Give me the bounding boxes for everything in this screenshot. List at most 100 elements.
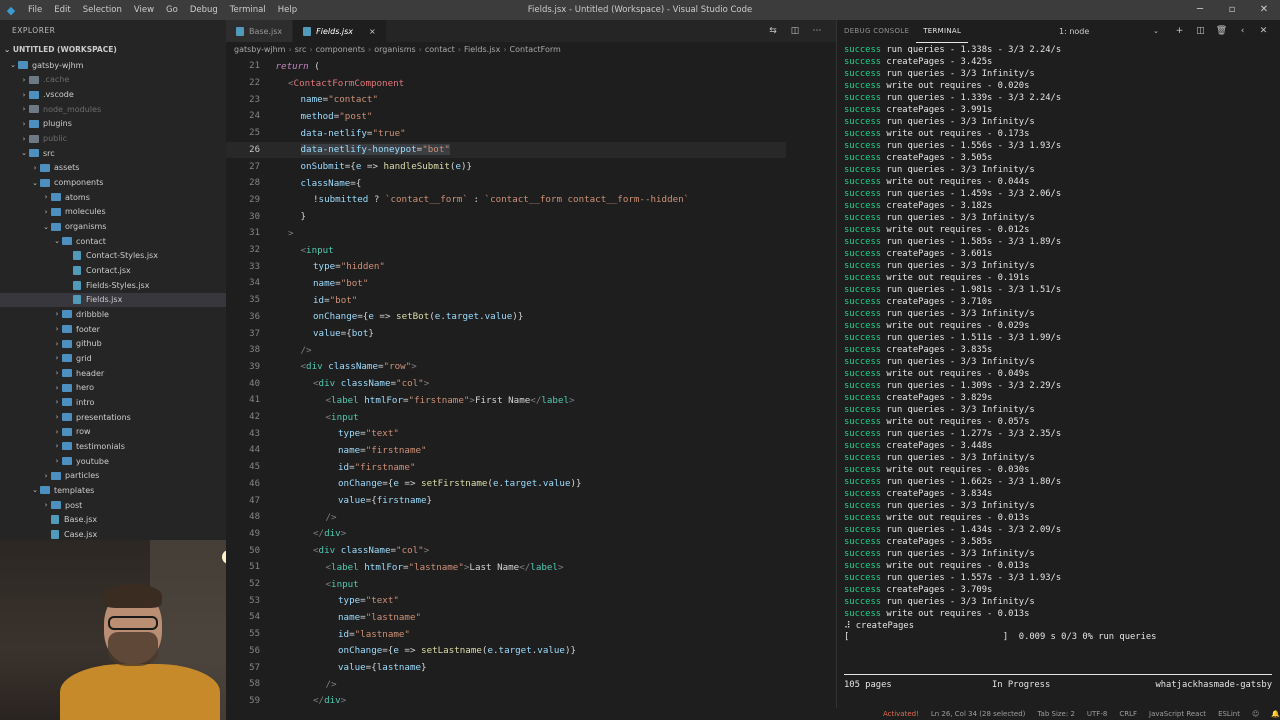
maximize-icon[interactable]: ▫ — [1216, 0, 1248, 20]
split-editor-icon[interactable]: ◫ — [784, 20, 806, 42]
tree-item-templates[interactable]: ⌄ templates — [0, 483, 226, 498]
trash-icon[interactable]: 🗑 — [1211, 26, 1232, 36]
terminal-output[interactable]: success run queries - 1.338s - 3/3 2.24/… — [844, 44, 1276, 632]
tree-item-fields-styles-jsx[interactable]: Fields-Styles.jsx — [0, 278, 226, 293]
menu-terminal[interactable]: Terminal — [224, 0, 272, 20]
tree-item-contact[interactable]: ⌄ contact — [0, 234, 226, 249]
terminal-select[interactable]: 1: node — [1059, 27, 1089, 36]
line-number: 22 — [249, 78, 260, 89]
code-line: 45 id="firstname" — [226, 459, 786, 476]
tree-item-presentations[interactable]: › presentations — [0, 410, 226, 425]
status-item-7[interactable]: ☺ — [1252, 710, 1259, 718]
tree-item--cache[interactable]: › .cache — [0, 73, 226, 88]
close-icon[interactable]: × — [369, 27, 376, 36]
code-line: 55 id="lastname" — [226, 626, 786, 643]
breadcrumb-item[interactable]: ContactForm — [510, 45, 561, 54]
code-line: 53 type="text" — [226, 592, 786, 609]
breadcrumb-item[interactable]: src — [295, 45, 307, 54]
breadcrumb-item[interactable]: contact — [425, 45, 455, 54]
chevron-right-icon: › — [22, 75, 26, 84]
tree-item-header[interactable]: › header — [0, 366, 226, 381]
code-view[interactable]: 21 return (22 <ContactFormComponent 23 name=… — [226, 58, 786, 720]
menu-debug[interactable]: Debug — [184, 0, 224, 20]
tree-item-assets[interactable]: › assets — [0, 161, 226, 176]
status-item-1[interactable]: Ln 26, Col 34 (28 selected) — [931, 710, 1026, 718]
tree-item-grid[interactable]: › grid — [0, 351, 226, 366]
more-actions-icon[interactable]: ⋯ — [806, 20, 828, 42]
folder-icon — [62, 339, 72, 348]
code-text: value={firstname} — [338, 495, 433, 507]
tree-item-organisms[interactable]: ⌄ organisms — [0, 219, 226, 234]
tab-debug-console[interactable]: DEBUG CONSOLE — [837, 20, 916, 43]
tree-item-dribbble[interactable]: › dribbble — [0, 307, 226, 322]
terminal-text: write out requires - 0.029s — [881, 321, 1030, 331]
chevron-right-icon: › — [22, 119, 26, 128]
close-icon[interactable]: ✕ — [1248, 0, 1280, 20]
chevron-down-icon[interactable]: ⌄ — [1153, 27, 1159, 35]
split-terminal-icon[interactable]: ◫ — [1190, 26, 1211, 36]
new-terminal-icon[interactable]: + — [1169, 26, 1190, 36]
success-label: success — [844, 489, 882, 499]
chevron-left-icon[interactable]: ‹ — [1232, 26, 1253, 36]
tab-terminal[interactable]: TERMINAL — [916, 20, 969, 43]
status-item-5[interactable]: JavaScript React — [1149, 710, 1206, 718]
tree-item-atoms[interactable]: › atoms — [0, 190, 226, 205]
success-label: success — [844, 465, 882, 475]
breadcrumb-item[interactable]: organisms — [374, 45, 415, 54]
tree-item-row[interactable]: › row — [0, 424, 226, 439]
tree-item-youtube[interactable]: › youtube — [0, 454, 226, 469]
tree-item-public[interactable]: › public — [0, 131, 226, 146]
menu-edit[interactable]: Edit — [48, 0, 76, 20]
tree-item-hero[interactable]: › hero — [0, 380, 226, 395]
tree-item-particles[interactable]: › particles — [0, 468, 226, 483]
code-line: 22 <ContactFormComponent — [226, 75, 786, 92]
tree-item-intro[interactable]: › intro — [0, 395, 226, 410]
terminal-line: success write out requires - 0.012s — [844, 224, 1276, 236]
workspace-header[interactable]: ⌄ UNTITLED (WORKSPACE) — [0, 42, 226, 58]
close-panel-icon[interactable]: ✕ — [1253, 26, 1274, 36]
menu-help[interactable]: Help — [272, 0, 303, 20]
tree-item-post[interactable]: › post — [0, 498, 226, 513]
status-item-3[interactable]: UTF-8 — [1087, 710, 1107, 718]
breadcrumb-item[interactable]: Fields.jsx — [464, 45, 500, 54]
chevron-down-icon: ⌄ — [21, 149, 27, 158]
tree-item-footer[interactable]: › footer — [0, 322, 226, 337]
chevron-right-icon: › — [44, 207, 48, 216]
code-text: id="bot" — [313, 294, 358, 306]
chevron-right-icon: › — [44, 471, 48, 480]
code-text: !submitted ? `contact__form` : `contact_… — [313, 194, 690, 206]
menu-file[interactable]: File — [22, 0, 48, 20]
tab-fields-jsx[interactable]: Fields.jsx × — [293, 20, 387, 42]
tree-item-contact-jsx[interactable]: Contact.jsx — [0, 263, 226, 278]
tree-item-components[interactable]: ⌄ components — [0, 175, 226, 190]
menu-go[interactable]: Go — [160, 0, 184, 20]
tree-item-src[interactable]: ⌄ src — [0, 146, 226, 161]
chevron-right-icon: › — [368, 45, 372, 54]
tree-item-contact-styles-jsx[interactable]: Contact-Styles.jsx — [0, 249, 226, 264]
status-item-2[interactable]: Tab Size: 2 — [1037, 710, 1074, 718]
tree-item-testimonials[interactable]: › testimonials — [0, 439, 226, 454]
code-line: 29 !submitted ? `contact__form` : `contac… — [226, 192, 786, 209]
success-label: success — [844, 261, 882, 271]
compare-icon[interactable]: ⇆ — [762, 20, 784, 42]
tree-item-gatsby-wjhm[interactable]: ⌄ gatsby-wjhm — [0, 58, 226, 73]
minimize-icon[interactable]: ─ — [1184, 0, 1216, 20]
tab-base-jsx[interactable]: Base.jsx — [226, 20, 294, 42]
tree-item-molecules[interactable]: › molecules — [0, 205, 226, 220]
menu-selection[interactable]: Selection — [77, 0, 128, 20]
tree-item-node-modules[interactable]: › node_modules — [0, 102, 226, 117]
tree-item-base-jsx[interactable]: Base.jsx — [0, 512, 226, 527]
breadcrumb-item[interactable]: gatsby-wjhm — [234, 45, 285, 54]
menu-view[interactable]: View — [128, 0, 160, 20]
tree-item-fields-jsx[interactable]: Fields.jsx — [0, 292, 226, 308]
status-item-6[interactable]: ESLint — [1218, 710, 1240, 718]
tree-item-github[interactable]: › github — [0, 336, 226, 351]
code-text: <div className="col"> — [313, 378, 430, 390]
status-item-8[interactable]: 🔔 — [1271, 710, 1280, 718]
code-text: name="firstname" — [338, 444, 427, 456]
tree-item-plugins[interactable]: › plugins — [0, 117, 226, 132]
status-item-4[interactable]: CRLF — [1119, 710, 1137, 718]
status-item-0[interactable]: Activated! — [883, 710, 919, 718]
tree-item--vscode[interactable]: › .vscode — [0, 87, 226, 102]
breadcrumb-item[interactable]: components — [316, 45, 365, 54]
